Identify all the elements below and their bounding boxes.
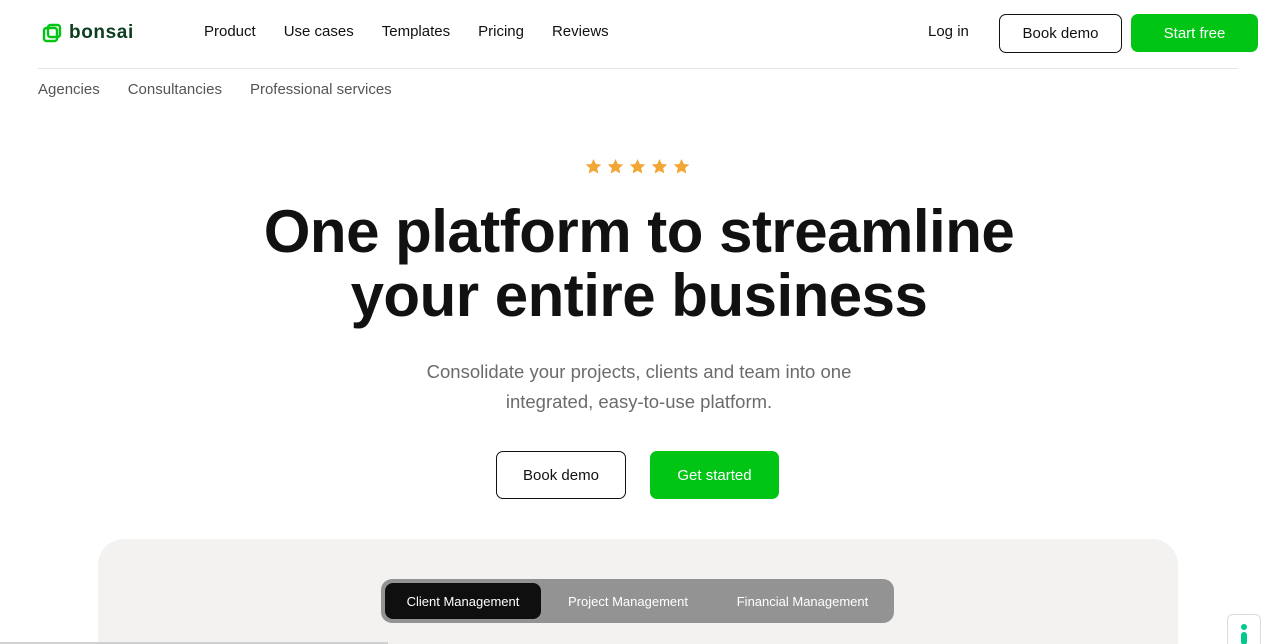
nav-item-product[interactable]: Product: [204, 23, 256, 40]
main-nav: Product Use cases Templates Pricing Revi…: [204, 23, 609, 40]
bonsai-logo-icon: [42, 23, 62, 43]
start-free-button[interactable]: Start free: [1131, 14, 1258, 52]
nav-item-templates[interactable]: Templates: [382, 23, 450, 40]
help-widget[interactable]: [1227, 614, 1261, 644]
subnav-item-professional-services[interactable]: Professional services: [250, 81, 392, 98]
hero-title: One platform to streamline your entire b…: [0, 200, 1278, 328]
tab-project-management[interactable]: Project Management: [545, 583, 711, 619]
hero-title-line-2: your entire business: [350, 262, 928, 329]
get-started-button[interactable]: Get started: [650, 451, 779, 499]
tab-financial-management[interactable]: Financial Management: [715, 583, 890, 619]
nav-item-reviews[interactable]: Reviews: [552, 23, 609, 40]
nav-item-use-cases[interactable]: Use cases: [284, 23, 354, 40]
star-icon: [629, 158, 646, 174]
header-book-demo-button[interactable]: Book demo: [999, 14, 1122, 53]
header-divider: [38, 68, 1238, 69]
star-icon: [585, 158, 602, 174]
hero-title-line-1: One platform to streamline: [263, 198, 1015, 265]
tab-client-management[interactable]: Client Management: [385, 583, 541, 619]
hero-subtitle-line-2: integrated, easy-to-use platform.: [505, 391, 773, 412]
nav-item-pricing[interactable]: Pricing: [478, 23, 524, 40]
subnav-item-consultancies[interactable]: Consultancies: [128, 81, 222, 98]
brand-name: bonsai: [69, 22, 134, 43]
star-icon: [607, 158, 624, 174]
product-tabs: Client Management Project Management Fin…: [381, 579, 894, 623]
top-navigation-bar: bonsai Product Use cases Templates Prici…: [0, 0, 1278, 68]
hero-subtitle-line-1: Consolidate your projects, clients and t…: [426, 361, 852, 382]
subnav-item-agencies[interactable]: Agencies: [38, 81, 100, 98]
hero-book-demo-button[interactable]: Book demo: [496, 451, 626, 499]
star-icon: [651, 158, 668, 174]
hero-subtitle: Consolidate your projects, clients and t…: [0, 357, 1278, 417]
industry-subnav: Agencies Consultancies Professional serv…: [38, 81, 392, 98]
rating-stars: [584, 157, 691, 176]
person-icon: [1241, 624, 1247, 644]
brand-logo[interactable]: bonsai: [42, 22, 134, 44]
login-link[interactable]: Log in: [928, 23, 969, 40]
star-icon: [673, 158, 690, 174]
